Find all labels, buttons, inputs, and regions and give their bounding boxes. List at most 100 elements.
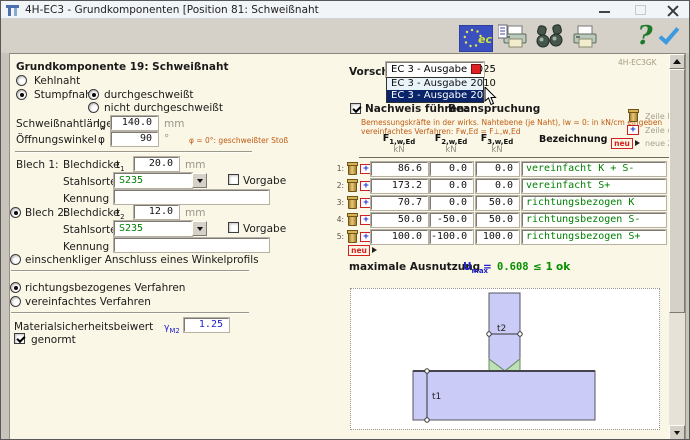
f3-cell[interactable]: 0.0: [476, 179, 519, 193]
f2-cell[interactable]: 0.0: [430, 162, 473, 176]
f1-cell[interactable]: 70.7: [371, 196, 428, 210]
bezeichnung-cell[interactable]: richtungsbezogen S-: [522, 213, 666, 227]
dropdown-option-2010[interactable]: EC 3 - Ausgabe 2010: [387, 78, 483, 90]
f1-cell[interactable]: 86.6: [371, 162, 428, 176]
f2-cell[interactable]: -50.0: [430, 213, 473, 227]
copy-row-legend-icon: +: [627, 125, 639, 135]
laenge-unit: mm: [164, 118, 184, 130]
table-row: 1: + 86.6 0.0 0.0 vereinfacht K + S-: [1, 162, 690, 176]
header-f3: F3,w,Ed: [473, 133, 521, 144]
f3-cell[interactable]: 100.0: [476, 230, 519, 244]
left-frame: [1, 53, 10, 440]
dropdown-option-2025[interactable]: EC 3 - Ausgabe 2025: [387, 90, 483, 102]
print-icon[interactable]: [570, 23, 603, 51]
f1-cell[interactable]: 173.2: [371, 179, 428, 193]
result-condition: ≤ 1: [533, 261, 553, 273]
row-number: 1:: [333, 163, 344, 175]
copy-row-legend-label: Zeile c: [645, 126, 670, 136]
kehlnaht-label: Kehlnaht: [34, 75, 80, 87]
nicht-durchgeschweisst-label: nicht durchgeschweißt: [104, 102, 223, 114]
delete-row-icon[interactable]: [348, 198, 357, 209]
mouse-cursor: [484, 87, 497, 106]
winkel-input[interactable]: 90: [111, 132, 158, 146]
nachweis-checkbox[interactable]: [350, 103, 361, 114]
scroll-up-button[interactable]: [669, 54, 685, 69]
minimize-button[interactable]: [599, 11, 610, 13]
gamma-input[interactable]: 1.25: [184, 318, 229, 332]
scrollbar-thumb[interactable]: [669, 69, 685, 313]
app-icon: [6, 4, 19, 17]
winkel-symbol: φ: [98, 134, 105, 146]
module-code: 4H-EC3GK: [618, 58, 657, 67]
t2-dimension-label: t2: [497, 324, 506, 334]
new-row-legend-label: neue Z: [645, 139, 670, 149]
f3-cell[interactable]: 0.0: [476, 162, 519, 176]
new-row-button[interactable]: neu: [348, 245, 370, 256]
delete-row-icon[interactable]: [348, 215, 357, 226]
gamma-symbol: γM2: [164, 322, 180, 334]
binoculars-icon[interactable]: [534, 23, 567, 51]
divider: [15, 151, 252, 153]
new-row-legend-icon: neu: [611, 138, 633, 149]
divider: [11, 270, 249, 272]
table-row: 5: + 100.0 -100.0 100.0 richtungsbezogen…: [1, 230, 690, 244]
ec-icon[interactable]: ec: [459, 25, 493, 52]
unit-f1: kN: [375, 145, 423, 155]
content-divider: [1, 53, 689, 54]
material-label: Materialsicherheitsbeiwert: [14, 321, 153, 333]
vorschrift-dropdown-list: EC 3 - Ausgabe 2010 EC 3 - Ausgabe 2025: [386, 77, 484, 103]
divider: [11, 312, 249, 314]
row-number: 4:: [333, 214, 344, 226]
durchgeschweisst-label: durchgeschweißt: [104, 89, 194, 101]
scroll-down-button[interactable]: [669, 425, 685, 440]
bezeichnung-cell[interactable]: vereinfacht K + S-: [522, 162, 666, 176]
genormt-label: genormt: [31, 334, 76, 346]
bezeichnung-cell[interactable]: vereinfacht S+: [522, 179, 666, 193]
vereinfacht-radio[interactable]: [10, 296, 21, 307]
vorschrift-status-led[interactable]: [471, 64, 481, 74]
delete-row-icon[interactable]: [348, 232, 357, 243]
delete-row-icon[interactable]: [348, 164, 357, 175]
unit-f2: kN: [427, 145, 475, 155]
richtungsbezogen-radio[interactable]: [10, 282, 21, 293]
f2-cell[interactable]: -100.0: [430, 230, 473, 244]
winkelprofil-label: einschenkliger Anschluss eines Winkelpro…: [25, 254, 259, 266]
delete-row-legend-icon: [629, 111, 638, 122]
vereinfacht-label: vereinfachtes Verfahren: [25, 296, 151, 308]
nicht-durchgeschweisst-radio[interactable]: [88, 102, 99, 113]
stumpfnaht-label: Stumpfnaht: [34, 89, 96, 101]
header-underline: [359, 157, 669, 158]
f1-cell[interactable]: 50.0: [371, 213, 428, 227]
titlebar[interactable]: 4H-EC3 - Grundkomponenten [Position 81: …: [1, 1, 689, 19]
f2-cell[interactable]: 0.0: [430, 179, 473, 193]
f1-cell[interactable]: 100.0: [371, 230, 428, 244]
close-button[interactable]: [667, 4, 679, 16]
genormt-checkbox[interactable]: [14, 333, 25, 344]
row-number: 2:: [333, 180, 344, 192]
delete-row-icon[interactable]: [348, 181, 357, 192]
kehlnaht-radio[interactable]: [16, 75, 27, 86]
unit-f3: kN: [473, 145, 521, 155]
header-f2: F2,w,Ed: [427, 133, 475, 144]
confirm-icon[interactable]: [657, 21, 689, 51]
winkelprofil-radio[interactable]: [10, 254, 21, 265]
result-label: maximale Ausnutzung: [349, 261, 480, 273]
f3-cell[interactable]: 50.0: [476, 213, 519, 227]
stumpfnaht-radio[interactable]: [16, 89, 27, 100]
new-row-legend-arrow: [635, 140, 640, 146]
maximize-button[interactable]: [635, 5, 646, 15]
bezeichnung-cell[interactable]: richtungsbezogen S+: [522, 230, 666, 244]
f2-cell[interactable]: 0.0: [430, 196, 473, 210]
print-preview-icon[interactable]: [498, 23, 531, 51]
new-row-arrow: [372, 247, 377, 253]
result-equals: =: [483, 261, 492, 273]
vorschrift-combo[interactable]: EC 3 - Ausgabe 2025: [386, 62, 484, 77]
bezeichnung-cell[interactable]: richtungsbezogen K: [522, 196, 666, 210]
result-ok: ok: [556, 261, 570, 273]
durchgeschweisst-radio[interactable]: [88, 89, 99, 100]
f3-cell[interactable]: 50.0: [476, 196, 519, 210]
row-number: 3:: [333, 197, 344, 209]
help-icon[interactable]: ?: [634, 20, 656, 52]
header-bezeichnung: Bezeichnung: [539, 134, 609, 145]
laenge-input[interactable]: 140.0: [111, 116, 158, 130]
